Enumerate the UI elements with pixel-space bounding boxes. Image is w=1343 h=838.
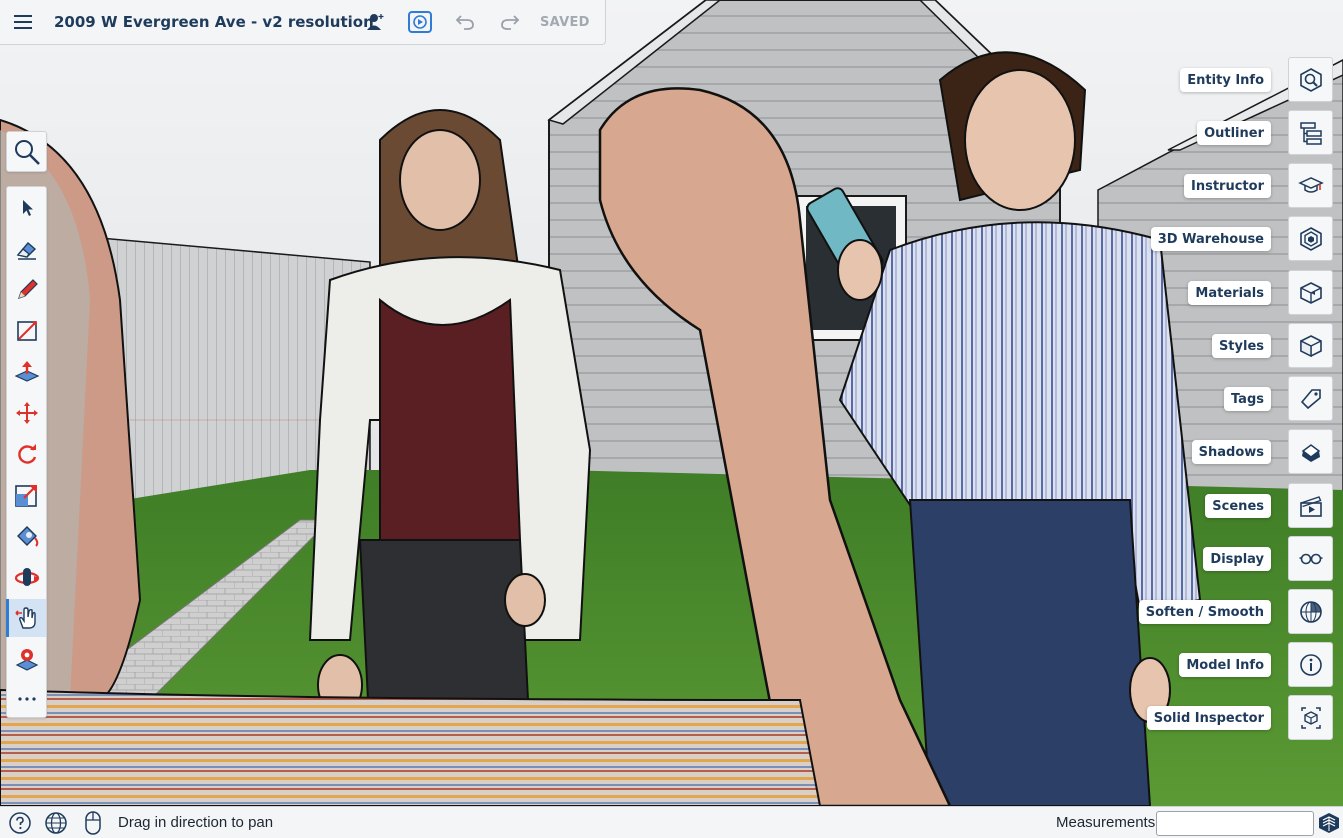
3d-warehouse-button[interactable] <box>1288 216 1333 261</box>
panel-label-model-info[interactable]: Model Info <box>1179 653 1271 677</box>
help-icon[interactable] <box>7 810 33 836</box>
panel-label-display[interactable]: Display <box>1203 547 1271 571</box>
paint-bucket-icon <box>16 526 38 547</box>
push-pull-icon <box>14 361 39 382</box>
tag-icon <box>1300 388 1321 409</box>
panel-label-materials[interactable]: Materials <box>1188 281 1271 305</box>
rotate-icon <box>17 444 36 464</box>
redo-icon[interactable] <box>487 0 532 45</box>
add-person-icon[interactable] <box>352 0 397 45</box>
mouse-icon[interactable] <box>80 810 106 836</box>
more-tools-button[interactable] <box>7 680 46 718</box>
move-tool-button[interactable] <box>7 394 46 432</box>
panel-label-entity-info[interactable]: Entity Info <box>1180 68 1271 92</box>
outliner-icon <box>1299 121 1322 145</box>
clapperboard-icon <box>1299 495 1322 517</box>
solid-inspector-icon <box>1300 706 1321 729</box>
solid-inspector-button[interactable] <box>1288 695 1333 740</box>
scenes-button[interactable] <box>1288 483 1333 528</box>
sketchup-logo-icon <box>1318 812 1340 838</box>
move-arrows-icon <box>15 402 38 424</box>
info-icon <box>1299 653 1322 676</box>
shadow-icon <box>1301 443 1320 462</box>
pencil-tool-button[interactable] <box>7 271 46 309</box>
pencil-icon <box>17 279 38 299</box>
display-button[interactable] <box>1288 536 1333 581</box>
measurements-label: Measurements <box>1056 814 1156 831</box>
panel-label-styles[interactable]: Styles <box>1211 334 1271 358</box>
shadows-button[interactable] <box>1288 429 1333 474</box>
undo-icon[interactable] <box>442 0 487 45</box>
paint-bucket-tool-button[interactable] <box>7 517 46 555</box>
glasses-icon <box>1299 553 1322 564</box>
position-camera-tool-button[interactable] <box>7 640 46 678</box>
panel-label-instructor[interactable]: Instructor <box>1184 174 1271 198</box>
styles-cube-icon <box>1299 334 1322 357</box>
measurements-input[interactable] <box>1156 811 1314 836</box>
model-info-button[interactable] <box>1288 642 1333 687</box>
entity-info-icon <box>1299 67 1322 92</box>
select-tool-button[interactable] <box>7 189 46 227</box>
rectangle-tool-icon <box>16 321 37 341</box>
eraser-tool-button[interactable] <box>7 230 46 268</box>
panel-label-3d-warehouse[interactable]: 3D Warehouse <box>1150 227 1271 251</box>
entity-info-button[interactable] <box>1288 57 1333 102</box>
position-camera-icon <box>15 649 38 671</box>
pan-tool-button[interactable] <box>6 599 46 637</box>
search-button[interactable] <box>6 131 47 172</box>
tags-button[interactable] <box>1288 376 1333 421</box>
orbit-icon <box>14 568 39 586</box>
panel-label-tags[interactable]: Tags <box>1223 387 1271 411</box>
outliner-button[interactable] <box>1288 110 1333 155</box>
graduation-cap-icon <box>1297 176 1324 193</box>
instructor-button[interactable] <box>1288 163 1333 208</box>
search-icon <box>14 139 40 165</box>
scale-icon <box>14 485 37 507</box>
document-title[interactable]: 2009 W Evergreen Ave - v2 resolution <box>54 13 374 31</box>
panel-label-shadows[interactable]: Shadows <box>1191 440 1271 464</box>
orbit-tool-button[interactable] <box>7 558 46 596</box>
status-message: Drag in direction to pan <box>118 814 274 831</box>
play-presentation-icon[interactable] <box>397 0 442 45</box>
hand-pan-icon <box>14 607 36 629</box>
arrow-cursor-icon <box>22 200 33 216</box>
model-viewport[interactable] <box>0 0 1343 806</box>
sphere-icon <box>1299 600 1322 623</box>
eraser-icon <box>16 242 36 260</box>
soften-smooth-button[interactable] <box>1288 589 1333 634</box>
globe-icon[interactable] <box>43 810 69 836</box>
panel-label-solid-inspector[interactable]: Solid Inspector <box>1146 706 1271 730</box>
warehouse-icon <box>1299 226 1322 251</box>
scale-tool-button[interactable] <box>7 476 46 514</box>
title-bar: 2009 W Evergreen Ave - v2 resolution SAV… <box>0 0 606 45</box>
push-pull-tool-button[interactable] <box>7 353 46 391</box>
styles-button[interactable] <box>1288 323 1333 368</box>
rotate-tool-button[interactable] <box>7 435 46 473</box>
hamburger-menu-icon[interactable] <box>0 0 45 45</box>
save-status: SAVED <box>540 14 590 30</box>
panel-label-soften-smooth[interactable]: Soften / Smooth <box>1138 600 1271 624</box>
panel-label-outliner[interactable]: Outliner <box>1197 121 1271 145</box>
ellipsis-icon <box>17 697 36 701</box>
left-toolbar <box>6 186 47 718</box>
materials-cube-icon <box>1299 281 1322 304</box>
materials-button[interactable] <box>1288 270 1333 315</box>
status-bar: Drag in direction to pan Measurements <box>0 806 1343 838</box>
shape-tool-button[interactable] <box>7 312 46 350</box>
panel-label-scenes[interactable]: Scenes <box>1205 494 1271 518</box>
